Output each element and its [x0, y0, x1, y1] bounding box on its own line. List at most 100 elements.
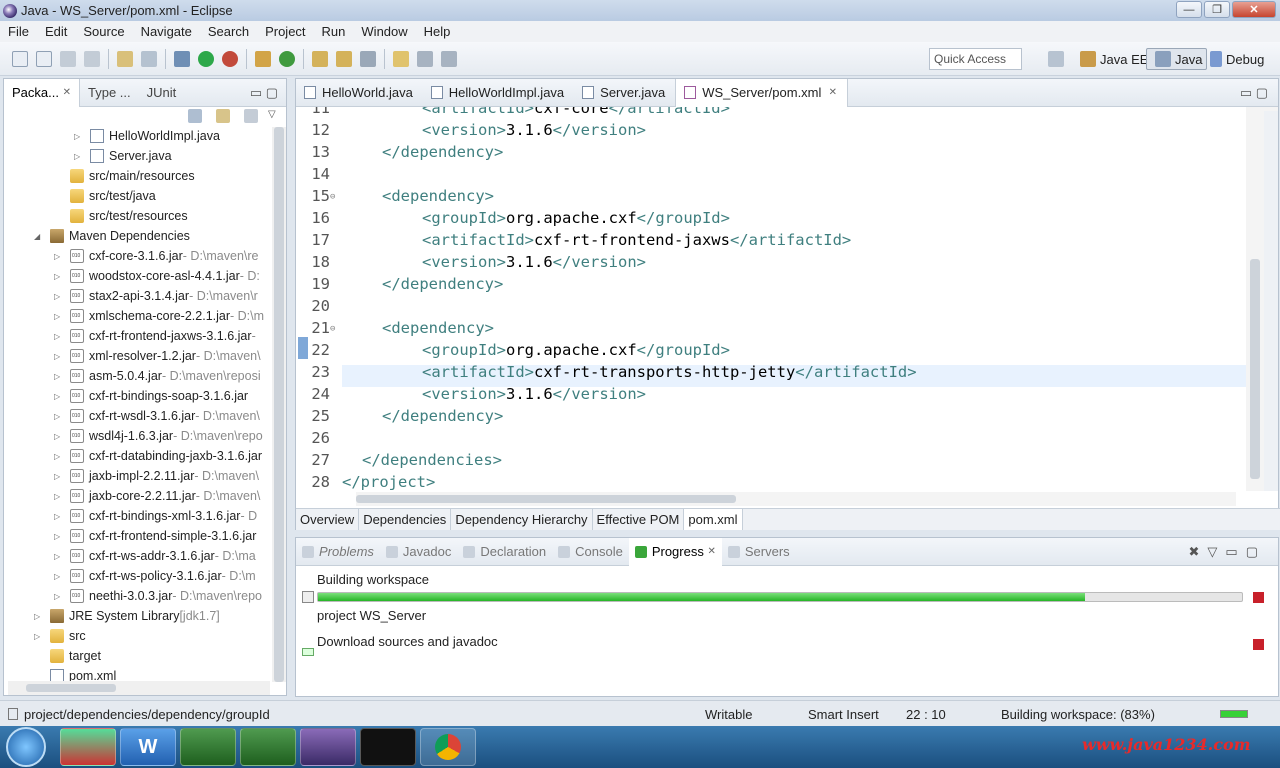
menu-project[interactable]: Project	[257, 24, 313, 39]
taskbar-cmd-icon[interactable]	[360, 728, 416, 766]
tree-item[interactable]: target	[34, 646, 101, 666]
tree-horizontal-scrollbar[interactable]	[8, 681, 270, 695]
tree-item[interactable]: ▷ Server.java	[74, 146, 172, 166]
tree-item[interactable]: ▷ stax2-api-3.1.4.jar - D:\maven\r	[54, 286, 258, 306]
debug-icon[interactable]	[174, 50, 190, 67]
tree-vertical-scrollbar[interactable]	[272, 127, 286, 682]
taskbar-app-icon[interactable]	[60, 728, 116, 766]
expand-toggle-icon[interactable]: ▷	[54, 332, 64, 341]
expand-toggle-icon[interactable]: ▷	[54, 392, 64, 401]
expand-toggle-icon[interactable]: ▷	[54, 412, 64, 421]
tree-item[interactable]: ▷ jaxb-core-2.2.11.jar - D:\maven\	[54, 486, 260, 506]
expand-toggle-icon[interactable]: ▷	[54, 572, 64, 581]
expand-toggle-icon[interactable]: ▷	[54, 472, 64, 481]
tab-progress[interactable]: Progress ✕	[628, 537, 722, 566]
menu-source[interactable]: Source	[75, 24, 132, 39]
external-tools-icon[interactable]	[222, 50, 238, 67]
taskbar-camtasia-icon[interactable]	[180, 728, 236, 766]
scroll-thumb[interactable]	[274, 127, 284, 682]
tree-item[interactable]: ▷ src	[34, 626, 86, 646]
new-icon[interactable]	[12, 50, 28, 67]
expand-toggle-icon[interactable]: ▷	[74, 152, 84, 161]
link-editor-icon[interactable]	[216, 109, 230, 123]
save-icon[interactable]	[60, 50, 76, 67]
close-button[interactable]: ✕	[1232, 1, 1276, 18]
expand-toggle-icon[interactable]: ▷	[54, 372, 64, 381]
expand-toggle-icon[interactable]: ▷	[34, 632, 44, 641]
close-icon[interactable]: ✕	[829, 87, 837, 98]
tree-item[interactable]: ▷ cxf-rt-ws-addr-3.1.6.jar - D:\ma	[54, 546, 256, 566]
scroll-thumb[interactable]	[26, 684, 116, 692]
tab-junit[interactable]: JUnit	[139, 85, 185, 100]
forward-icon[interactable]	[441, 50, 457, 67]
expand-toggle-icon[interactable]: ▷	[54, 312, 64, 321]
tree-item[interactable]: ▷ xml-resolver-1.2.jar - D:\maven\	[54, 346, 261, 366]
scroll-thumb[interactable]	[1250, 259, 1260, 479]
maximize-button[interactable]: ❐	[1204, 1, 1230, 18]
tab-pom-xml-source[interactable]: pom.xml	[684, 509, 743, 530]
perspective-debug[interactable]: Debug	[1202, 48, 1268, 70]
expand-toggle-icon[interactable]: ▷	[34, 612, 44, 621]
tab-pom-xml[interactable]: WS_Server/pom.xml ✕	[675, 78, 849, 107]
start-button[interactable]	[6, 727, 46, 767]
expand-toggle-icon[interactable]: ▷	[54, 452, 64, 461]
tab-problems[interactable]: Problems	[296, 544, 380, 559]
tree-item[interactable]: ▷ HelloWorldImpl.java	[74, 127, 220, 146]
taskbar-camtasia2-icon[interactable]	[240, 728, 296, 766]
editor-horizontal-scrollbar[interactable]	[356, 492, 1236, 506]
tree-item[interactable]: ▷ asm-5.0.4.jar - D:\maven\reposi	[54, 366, 261, 386]
expand-toggle-icon[interactable]: ▷	[54, 552, 64, 561]
expand-toggle-icon[interactable]: ▷	[54, 272, 64, 281]
open-perspective-button[interactable]	[1040, 48, 1072, 70]
view-minmax-icon[interactable]: ▭ ▢	[250, 85, 286, 101]
new-package-icon[interactable]	[255, 50, 271, 67]
progress-view-controls-icon[interactable]: ✖▽▭▢	[1189, 544, 1278, 560]
expand-toggle-icon[interactable]: ▷	[54, 292, 64, 301]
menu-run[interactable]: Run	[314, 24, 354, 39]
fold-toggle-icon[interactable]: ⊖	[330, 324, 335, 334]
editor-minmax-icon[interactable]: ▭ ▢	[1240, 85, 1278, 101]
mini-progress-icon[interactable]	[1220, 710, 1248, 718]
minimize-button[interactable]: —	[1176, 1, 1202, 18]
taskbar-eclipse-icon[interactable]	[300, 728, 356, 766]
expand-toggle-icon[interactable]: ▷	[54, 492, 64, 501]
menu-file[interactable]: File	[0, 24, 37, 39]
expand-toggle-icon[interactable]: ▷	[54, 512, 64, 521]
view-menu-icon[interactable]: ▽	[268, 109, 276, 123]
cancel-task-button[interactable]	[1253, 592, 1264, 603]
tree-item[interactable]: ◢ Maven Dependencies	[34, 226, 190, 246]
perspective-java[interactable]: Java	[1146, 48, 1208, 70]
perspective-java-ee[interactable]: Java EE	[1072, 48, 1152, 70]
status-build-progress[interactable]: Building workspace: (83%)	[1001, 707, 1155, 722]
expand-toggle-icon[interactable]: ▷	[54, 252, 64, 261]
close-icon[interactable]: ✕	[63, 87, 71, 98]
back-icon[interactable]	[417, 50, 433, 67]
menu-window[interactable]: Window	[353, 24, 415, 39]
fold-toggle-icon[interactable]: ⊖	[330, 192, 335, 202]
tab-dependency-hierarchy[interactable]: Dependency Hierarchy	[451, 509, 593, 530]
tree-item[interactable]: ▷ cxf-rt-databinding-jaxb-3.1.6.jar	[54, 446, 262, 466]
taskbar-word-icon[interactable]: W	[120, 728, 176, 766]
focus-icon[interactable]	[244, 109, 258, 123]
expand-toggle-icon[interactable]: ▷	[54, 532, 64, 541]
tab-helloworldimpl-java[interactable]: HelloWorldImpl.java	[423, 79, 574, 107]
tree-item[interactable]: pom.xml	[34, 666, 116, 682]
tree-item[interactable]: ▷ cxf-rt-frontend-jaxws-3.1.6.jar -	[54, 326, 256, 346]
tree-item[interactable]: ▷ jaxb-impl-2.2.11.jar - D:\maven\	[54, 466, 259, 486]
tree-item[interactable]: src/test/java	[54, 186, 156, 206]
expand-toggle-icon[interactable]: ◢	[34, 232, 44, 241]
collapse-all-icon[interactable]	[188, 109, 202, 123]
tree-item[interactable]: ▷ cxf-rt-bindings-xml-3.1.6.jar - D	[54, 506, 257, 526]
menu-edit[interactable]: Edit	[37, 24, 75, 39]
tab-servers[interactable]: Servers	[722, 544, 796, 559]
tab-declaration[interactable]: Declaration	[457, 544, 552, 559]
search-icon[interactable]	[336, 50, 352, 67]
print-icon[interactable]	[141, 50, 157, 67]
save-all-icon[interactable]	[84, 50, 100, 67]
tree-item[interactable]: ▷ cxf-core-3.1.6.jar - D:\maven\re	[54, 246, 259, 266]
tree-item[interactable]: src/test/resources	[54, 206, 188, 226]
tab-helloworld-java[interactable]: HelloWorld.java	[296, 79, 423, 107]
open-type-icon[interactable]	[117, 50, 133, 67]
menu-navigate[interactable]: Navigate	[133, 24, 200, 39]
close-icon[interactable]: ✕	[707, 546, 715, 557]
